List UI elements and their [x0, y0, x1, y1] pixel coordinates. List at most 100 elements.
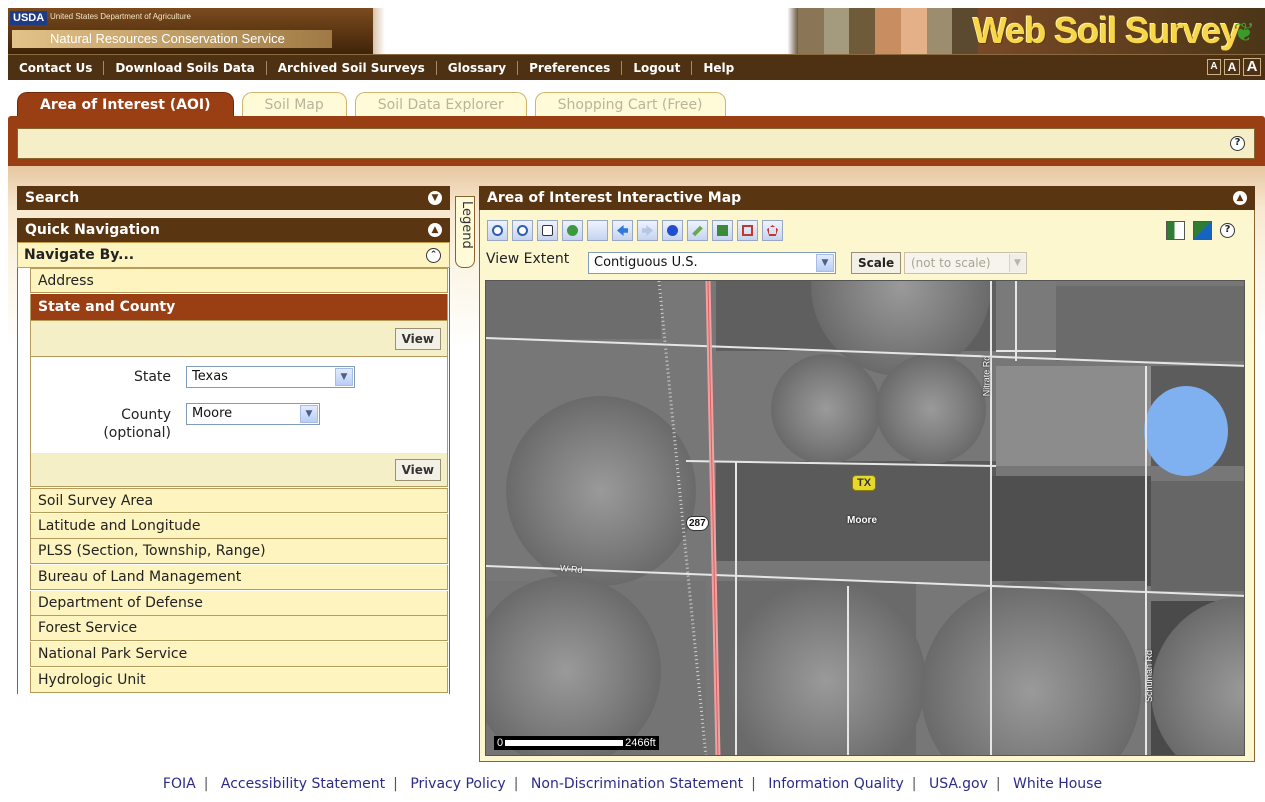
- quick-navigation-header[interactable]: Quick Navigation ▲: [17, 218, 450, 242]
- view-bar-bottom: View: [30, 453, 448, 487]
- nav-item-state-and-county[interactable]: State and County: [30, 294, 448, 321]
- help-icon[interactable]: ?: [1220, 223, 1235, 238]
- globe-icon[interactable]: [562, 220, 583, 241]
- view-button[interactable]: View: [394, 459, 441, 481]
- nav-archived-soil-surveys[interactable]: Archived Soil Surveys: [267, 60, 437, 75]
- message-bar: ?: [17, 128, 1255, 159]
- site-banner: USDA United States Department of Agricul…: [8, 8, 1265, 54]
- text-size-medium-button[interactable]: A: [1224, 59, 1240, 75]
- nav-logout[interactable]: Logout: [622, 60, 693, 75]
- town-label-moore: Moore: [847, 515, 877, 526]
- collapse-icon[interactable]: ▲: [1233, 191, 1247, 205]
- map-toolbar: [487, 220, 783, 241]
- footer-link-white-house[interactable]: White House: [1013, 776, 1102, 792]
- scale-select[interactable]: (not to scale) ▼: [904, 252, 1027, 274]
- nav-item-national-park-service[interactable]: National Park Service: [30, 642, 448, 667]
- state-select[interactable]: Texas ▼: [186, 366, 355, 388]
- legend-label: Legend: [459, 201, 474, 249]
- nav-help[interactable]: Help: [692, 61, 745, 75]
- define-aoi-polygon-icon[interactable]: [762, 220, 783, 241]
- measure-ruler-icon[interactable]: [687, 220, 708, 241]
- text-size-large-button[interactable]: A: [1243, 58, 1261, 76]
- blank-tool-icon[interactable]: [587, 220, 608, 241]
- clear-layers-icon[interactable]: [712, 220, 733, 241]
- collapse-icon[interactable]: ⌃: [426, 248, 441, 263]
- chevron-down-icon: ▼: [335, 368, 353, 386]
- chevron-down-icon: ▼: [300, 405, 318, 423]
- footer-link-accessibility[interactable]: Accessibility Statement: [221, 776, 385, 792]
- forward-arrow-icon[interactable]: [637, 220, 658, 241]
- text-size-controls: A A A: [1207, 58, 1261, 76]
- nav-item-bureau-land-management[interactable]: Bureau of Land Management: [30, 565, 448, 590]
- footer-link-information-quality[interactable]: Information Quality: [768, 776, 904, 792]
- soil-photo-strip: [798, 8, 979, 54]
- scale-end-label: 2466ft: [625, 737, 656, 749]
- agency-name: Natural Resources Conservation Service: [12, 30, 332, 48]
- state-label: State: [133, 369, 171, 385]
- map-toolbar-right: ?: [1166, 221, 1235, 240]
- identify-info-icon[interactable]: [662, 220, 683, 241]
- nav-glossary[interactable]: Glossary: [437, 60, 519, 75]
- map-panel-header: Area of Interest Interactive Map ▲: [479, 186, 1255, 210]
- tab-area-of-interest[interactable]: Area of Interest (AOI): [17, 92, 234, 116]
- quick-navigation-title: Quick Navigation: [25, 222, 160, 238]
- search-panel-title: Search: [25, 190, 80, 206]
- nav-item-soil-survey-area[interactable]: Soil Survey Area: [30, 488, 448, 513]
- state-county-form: State Texas ▼ County (optional) Moore ▼: [30, 357, 448, 453]
- sprout-icon: ❦: [1233, 18, 1255, 48]
- county-select[interactable]: Moore ▼: [186, 403, 320, 425]
- nav-item-address[interactable]: Address: [30, 268, 448, 293]
- scale-select-value: (not to scale): [911, 256, 991, 270]
- collapse-icon[interactable]: ▲: [428, 223, 442, 237]
- interactive-map[interactable]: 287 TX Moore W Rd Nitrate Rd Schuman Rd …: [485, 280, 1245, 756]
- nav-item-forest-service[interactable]: Forest Service: [30, 616, 448, 641]
- pan-hand-icon[interactable]: [537, 220, 558, 241]
- chevron-down-icon: ▼: [1009, 254, 1025, 272]
- zoom-in-icon[interactable]: [487, 220, 508, 241]
- footer-links: FOIA | Accessibility Statement | Privacy P…: [162, 776, 1103, 792]
- nav-preferences[interactable]: Preferences: [518, 60, 623, 75]
- usda-header-block: USDA United States Department of Agricul…: [8, 8, 373, 54]
- chevron-down-icon: ▼: [816, 254, 834, 272]
- view-extent-select[interactable]: Contiguous U.S. ▼: [588, 252, 836, 274]
- layout-toggle-icon[interactable]: [1166, 221, 1185, 240]
- scale-bar-graphic: [505, 740, 624, 746]
- view-extent-row: View Extent: [486, 251, 569, 267]
- app-title: Web Soil Survey: [973, 10, 1240, 51]
- help-icon[interactable]: ?: [1230, 136, 1245, 151]
- nav-item-department-of-defense[interactable]: Department of Defense: [30, 591, 448, 616]
- search-panel-header[interactable]: Search ▼: [17, 186, 450, 210]
- playa-lake: [1144, 386, 1228, 476]
- tab-soil-data-explorer[interactable]: Soil Data Explorer: [354, 92, 527, 116]
- map-export-icon[interactable]: [1193, 221, 1212, 240]
- footer-link-privacy[interactable]: Privacy Policy: [410, 776, 505, 792]
- navigate-by-header[interactable]: Navigate By... ⌃: [17, 242, 450, 268]
- footer-link-non-discrimination[interactable]: Non-Discrimination Statement: [531, 776, 743, 792]
- map-scale-bar: 0 2466ft: [494, 736, 659, 750]
- view-button[interactable]: View: [394, 328, 441, 350]
- define-aoi-rectangle-icon[interactable]: [737, 220, 758, 241]
- navigate-by-label: Navigate By...: [24, 247, 135, 263]
- map-panel-title: Area of Interest Interactive Map: [487, 190, 742, 206]
- state-tx-badge: TX: [852, 475, 877, 491]
- department-name: United States Department of Agriculture: [50, 12, 191, 21]
- road-label-nitrate: Nitrate Rd: [981, 355, 992, 397]
- nav-item-hydrologic-unit[interactable]: Hydrologic Unit: [30, 668, 448, 693]
- footer-link-usa-gov[interactable]: USA.gov: [929, 776, 988, 792]
- legend-tab[interactable]: Legend: [455, 196, 475, 268]
- text-size-small-button[interactable]: A: [1207, 59, 1221, 75]
- expand-icon[interactable]: ▼: [428, 191, 442, 205]
- back-arrow-icon[interactable]: [612, 220, 633, 241]
- view-extent-label: View Extent: [486, 251, 570, 267]
- nav-download-soils-data[interactable]: Download Soils Data: [104, 60, 267, 75]
- tab-soil-map[interactable]: Soil Map: [241, 92, 347, 116]
- scale-button[interactable]: Scale: [851, 252, 902, 274]
- nav-contact-us[interactable]: Contact Us: [8, 60, 105, 75]
- main-tabs: Area of Interest (AOI) Soil Map Soil Dat…: [17, 92, 726, 116]
- tab-shopping-cart[interactable]: Shopping Cart (Free): [534, 92, 726, 116]
- zoom-out-icon[interactable]: [512, 220, 533, 241]
- nav-item-latitude-longitude[interactable]: Latitude and Longitude: [30, 514, 448, 539]
- view-extent-value: Contiguous U.S.: [594, 255, 698, 270]
- footer-link-foia[interactable]: FOIA: [163, 776, 196, 792]
- nav-item-plss[interactable]: PLSS (Section, Township, Range): [30, 539, 448, 564]
